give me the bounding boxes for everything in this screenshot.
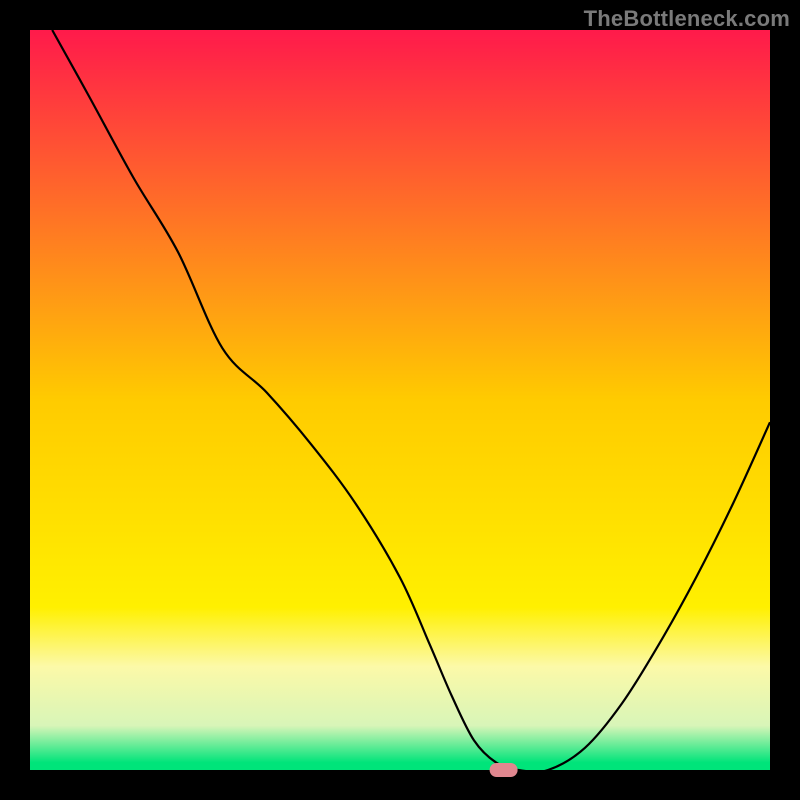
- optimal-marker: [490, 763, 518, 777]
- chart-container: TheBottleneck.com: [0, 0, 800, 800]
- watermark-text: TheBottleneck.com: [584, 6, 790, 32]
- bottleneck-chart: [0, 0, 800, 800]
- plot-background: [30, 30, 770, 770]
